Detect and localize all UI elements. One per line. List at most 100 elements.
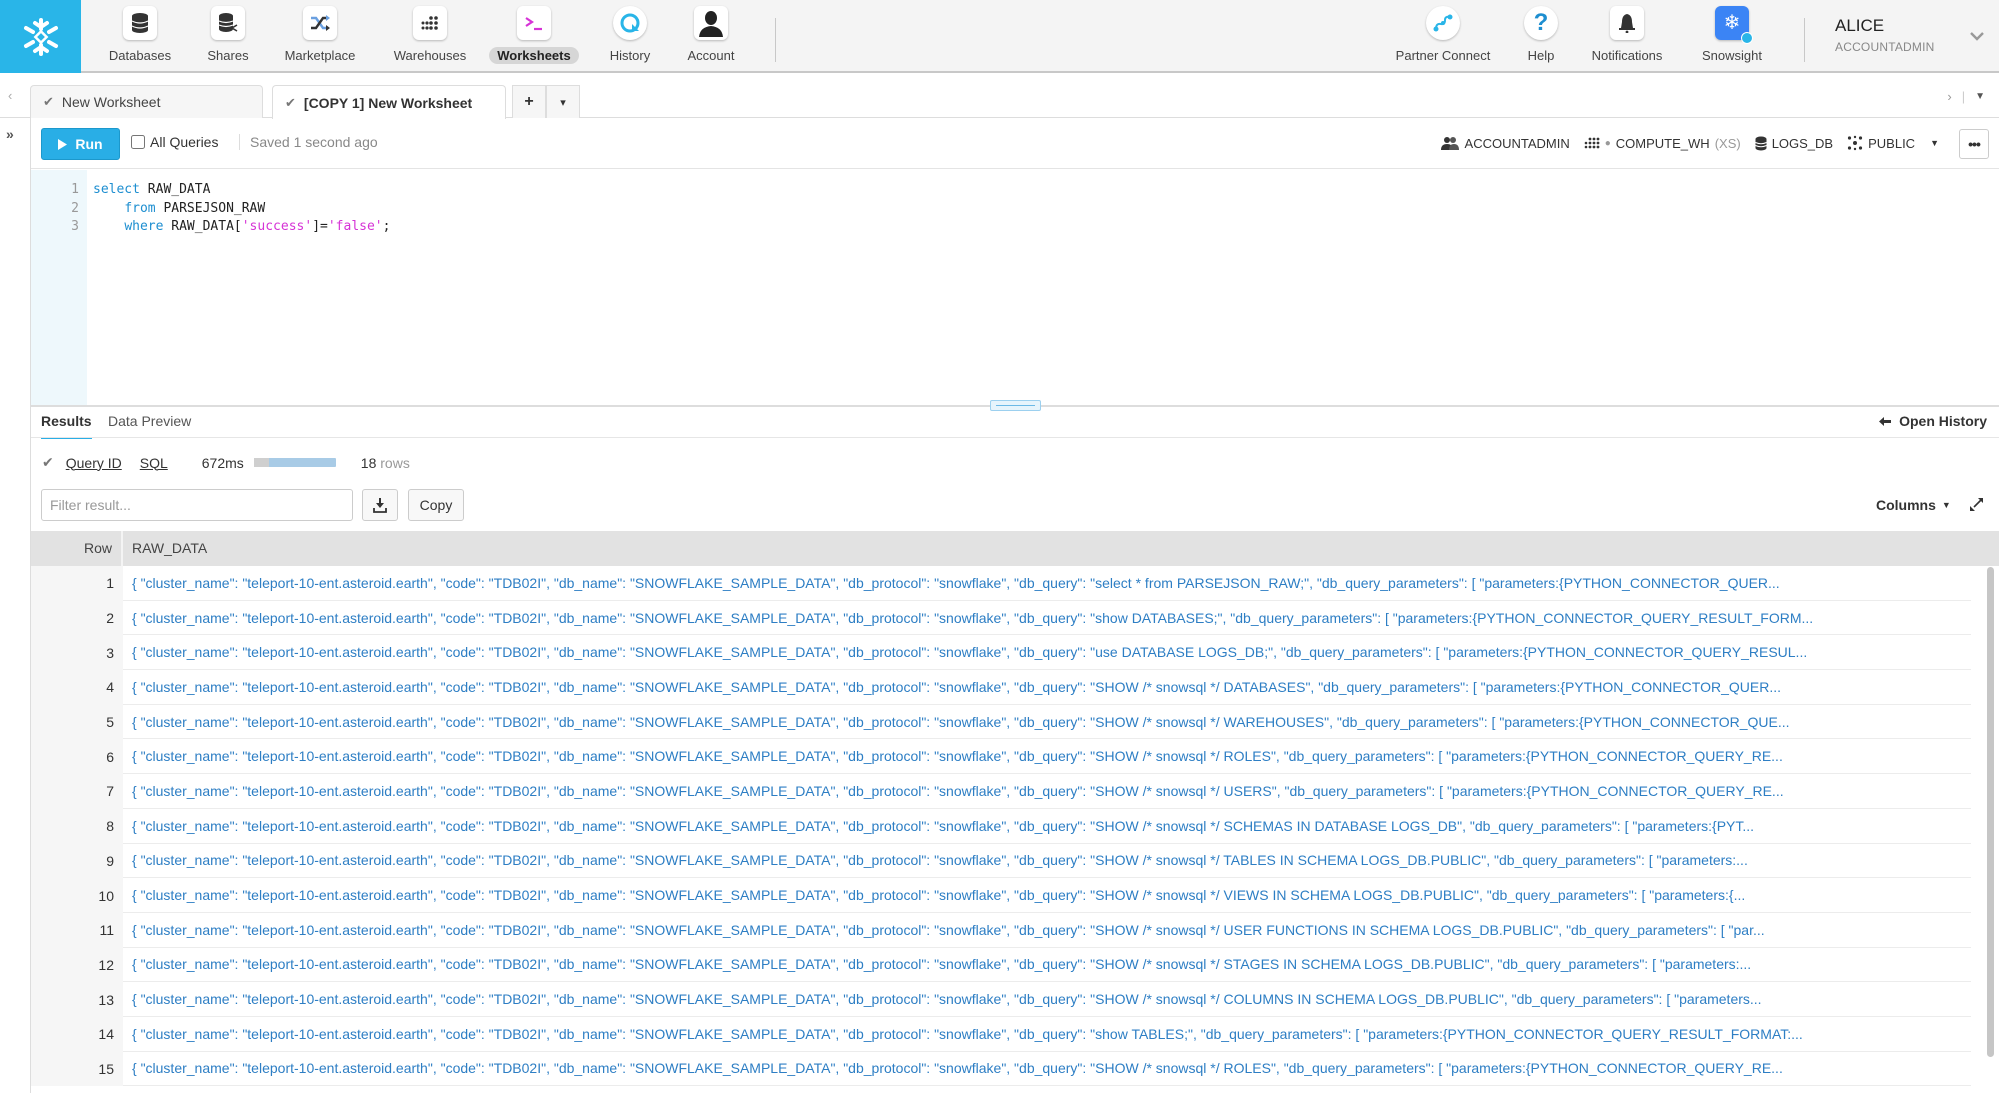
run-label: Run — [75, 136, 103, 152]
database-selector[interactable]: LOGS_DB — [1754, 136, 1833, 151]
tab-results[interactable]: Results — [41, 413, 92, 439]
raw-data-cell[interactable]: { "cluster_name": "teleport-10-ent.aster… — [123, 1052, 1971, 1087]
table-row[interactable]: 3{ "cluster_name": "teleport-10-ent.aste… — [31, 635, 1999, 671]
expand-sidebar-icon[interactable]: » — [6, 126, 14, 142]
raw-data-cell[interactable]: { "cluster_name": "teleport-10-ent.aster… — [123, 948, 1971, 983]
nav-databases[interactable]: Databases — [90, 6, 190, 64]
row-number-cell: 3 — [31, 635, 123, 671]
schema-selector[interactable]: PUBLIC ▼ — [1847, 135, 1939, 151]
nav-help[interactable]: ? Help — [1491, 6, 1591, 64]
all-queries-checkbox[interactable]: All Queries — [131, 134, 218, 150]
raw-data-cell[interactable]: { "cluster_name": "teleport-10-ent.aster… — [123, 566, 1971, 601]
table-row[interactable]: 7{ "cluster_name": "teleport-10-ent.aste… — [31, 774, 1999, 809]
columns-dropdown[interactable]: Columns ▼ — [1876, 497, 1951, 513]
warehouse-selector[interactable]: ● COMPUTE_WH (XS) — [1584, 136, 1741, 151]
nav-label: Databases — [108, 48, 172, 63]
copy-button[interactable]: Copy — [408, 489, 464, 521]
raw-data-cell[interactable]: { "cluster_name": "teleport-10-ent.aster… — [123, 809, 1971, 844]
table-row[interactable]: 5{ "cluster_name": "teleport-10-ent.aste… — [31, 704, 1999, 740]
raw-data-cell[interactable]: { "cluster_name": "teleport-10-ent.aster… — [123, 982, 1971, 1017]
open-history-button[interactable]: Open History — [1879, 413, 1987, 429]
table-row[interactable]: 10{ "cluster_name": "teleport-10-ent.ast… — [31, 878, 1999, 913]
row-number-cell: 1 — [31, 566, 123, 601]
tab-label: New Worksheet — [61, 94, 161, 110]
schema-icon — [1848, 135, 1863, 151]
query-duration: 672ms — [201, 454, 244, 471]
table-row[interactable]: 8{ "cluster_name": "teleport-10-ent.aste… — [31, 808, 1999, 844]
grid-header: Row RAW_DATA — [31, 531, 1999, 566]
warehouse-label: COMPUTE_WH — [1615, 135, 1710, 151]
raw-data-cell[interactable]: { "cluster_name": "teleport-10-ent.aster… — [123, 774, 1971, 809]
role-selector[interactable]: ACCOUNTADMIN — [1440, 136, 1570, 151]
table-row[interactable]: 15{ "cluster_name": "teleport-10-ent.ast… — [31, 1051, 1999, 1087]
all-queries-input[interactable] — [131, 135, 145, 149]
resize-handle[interactable] — [990, 400, 1041, 411]
raw-data-cell[interactable]: { "cluster_name": "teleport-10-ent.aster… — [123, 705, 1971, 740]
table-row[interactable]: 1{ "cluster_name": "teleport-10-ent.aste… — [31, 566, 1999, 601]
arrow-left-icon — [1879, 416, 1892, 426]
raw-data-cell[interactable]: { "cluster_name": "teleport-10-ent.aster… — [123, 739, 1971, 775]
nav-snowsight[interactable]: ❄ Snowsight — [1682, 6, 1782, 64]
raw-data-cell[interactable]: { "cluster_name": "teleport-10-ent.aster… — [123, 913, 1971, 948]
expand-icon[interactable] — [1970, 498, 1983, 516]
top-nav: Databases Shares Marketplace Warehouses … — [0, 0, 1999, 73]
run-button[interactable]: Run — [41, 128, 120, 160]
header-raw-data[interactable]: RAW_DATA — [123, 531, 207, 566]
nav-label: Snowsight — [1702, 48, 1762, 63]
vertical-scrollbar[interactable] — [1987, 567, 1994, 1057]
header-row[interactable]: Row — [31, 531, 123, 566]
divider: | — [1961, 89, 1966, 104]
table-row[interactable]: 4{ "cluster_name": "teleport-10-ent.aste… — [31, 670, 1999, 705]
sql-string: 'success' — [241, 219, 313, 234]
chevron-down-icon[interactable] — [1970, 28, 1984, 46]
code-line[interactable]: 1 select RAW_DATA — [31, 182, 210, 200]
table-row[interactable]: 9{ "cluster_name": "teleport-10-ent.aste… — [31, 843, 1999, 879]
code-line[interactable]: 2 from PARSEJSON_RAW — [31, 201, 265, 219]
row-number-cell: 11 — [31, 912, 123, 948]
raw-data-cell[interactable]: { "cluster_name": "teleport-10-ent.aster… — [123, 670, 1971, 705]
terminal-icon — [517, 6, 551, 40]
chevron-left-icon[interactable]: ‹ — [8, 88, 12, 103]
tab-copy-new-worksheet[interactable]: ✔ [COPY 1] New Worksheet — [272, 85, 506, 119]
tab-new-worksheet[interactable]: ✔ New Worksheet — [30, 85, 263, 118]
sql-editor[interactable]: 1 select RAW_DATA 2 from PARSEJSON_RAW 3 wh… — [31, 170, 1999, 405]
nav-shares[interactable]: Shares — [178, 6, 278, 64]
raw-data-cell[interactable]: { "cluster_name": "teleport-10-ent.aster… — [123, 635, 1971, 671]
caret-down-icon: ▼ — [1930, 138, 1939, 148]
nav-account[interactable]: Account — [661, 6, 761, 64]
snowflake-logo[interactable] — [0, 0, 81, 73]
nav-partner-connect[interactable]: Partner Connect — [1393, 6, 1493, 64]
query-id-link[interactable]: Query ID — [66, 455, 122, 471]
add-tab-button[interactable]: + — [512, 85, 546, 118]
raw-data-cell[interactable]: { "cluster_name": "teleport-10-ent.aster… — [123, 601, 1971, 636]
table-row[interactable]: 2{ "cluster_name": "teleport-10-ent.aste… — [31, 600, 1999, 636]
nav-worksheets[interactable]: Worksheets — [484, 6, 584, 64]
chevron-right-icon[interactable]: › — [1947, 89, 1951, 104]
share-icon — [211, 6, 245, 40]
raw-data-cell[interactable]: { "cluster_name": "teleport-10-ent.aster… — [123, 878, 1971, 913]
caret-down-icon[interactable]: ▼ — [1975, 91, 1985, 102]
tab-menu-button[interactable]: ▾ — [546, 85, 580, 118]
tab-data-preview[interactable]: Data Preview — [108, 413, 191, 437]
table-row[interactable]: 12{ "cluster_name": "teleport-10-ent.ast… — [31, 947, 1999, 983]
nav-marketplace[interactable]: Marketplace — [270, 6, 370, 64]
raw-data-cell[interactable]: { "cluster_name": "teleport-10-ent.aster… — [123, 844, 1971, 879]
nav-label: History — [609, 48, 651, 63]
worksheet-tabs: ‹ ✔ New Worksheet ✔ [COPY 1] New Workshe… — [0, 75, 1999, 119]
filter-result-input[interactable] — [41, 489, 353, 521]
table-row[interactable]: 6{ "cluster_name": "teleport-10-ent.aste… — [31, 739, 1999, 775]
caret-down-icon: ▼ — [1941, 500, 1951, 510]
table-row[interactable]: 11{ "cluster_name": "teleport-10-ent.ast… — [31, 912, 1999, 948]
more-options-button[interactable]: ••• — [1959, 129, 1989, 159]
table-row[interactable]: 13{ "cluster_name": "teleport-10-ent.ast… — [31, 982, 1999, 1017]
raw-data-cell[interactable]: { "cluster_name": "teleport-10-ent.aster… — [123, 1017, 1971, 1052]
context-selector[interactable]: ACCOUNTADMIN ● COMPUTE_WH (XS) LOGS_DB PU… — [1432, 135, 1939, 151]
download-button[interactable] — [362, 489, 398, 521]
sql-link[interactable]: SQL — [140, 455, 168, 471]
table-row[interactable]: 14{ "cluster_name": "teleport-10-ent.ast… — [31, 1016, 1999, 1052]
check-icon: ✔ — [43, 94, 54, 109]
code-line[interactable]: 3 where RAW_DATA['success']='false'; — [31, 219, 390, 237]
user-menu[interactable]: ALICE ACCOUNTADMIN — [1835, 16, 1935, 54]
nav-warehouses[interactable]: Warehouses — [380, 6, 480, 64]
nav-notifications[interactable]: Notifications — [1577, 6, 1677, 64]
